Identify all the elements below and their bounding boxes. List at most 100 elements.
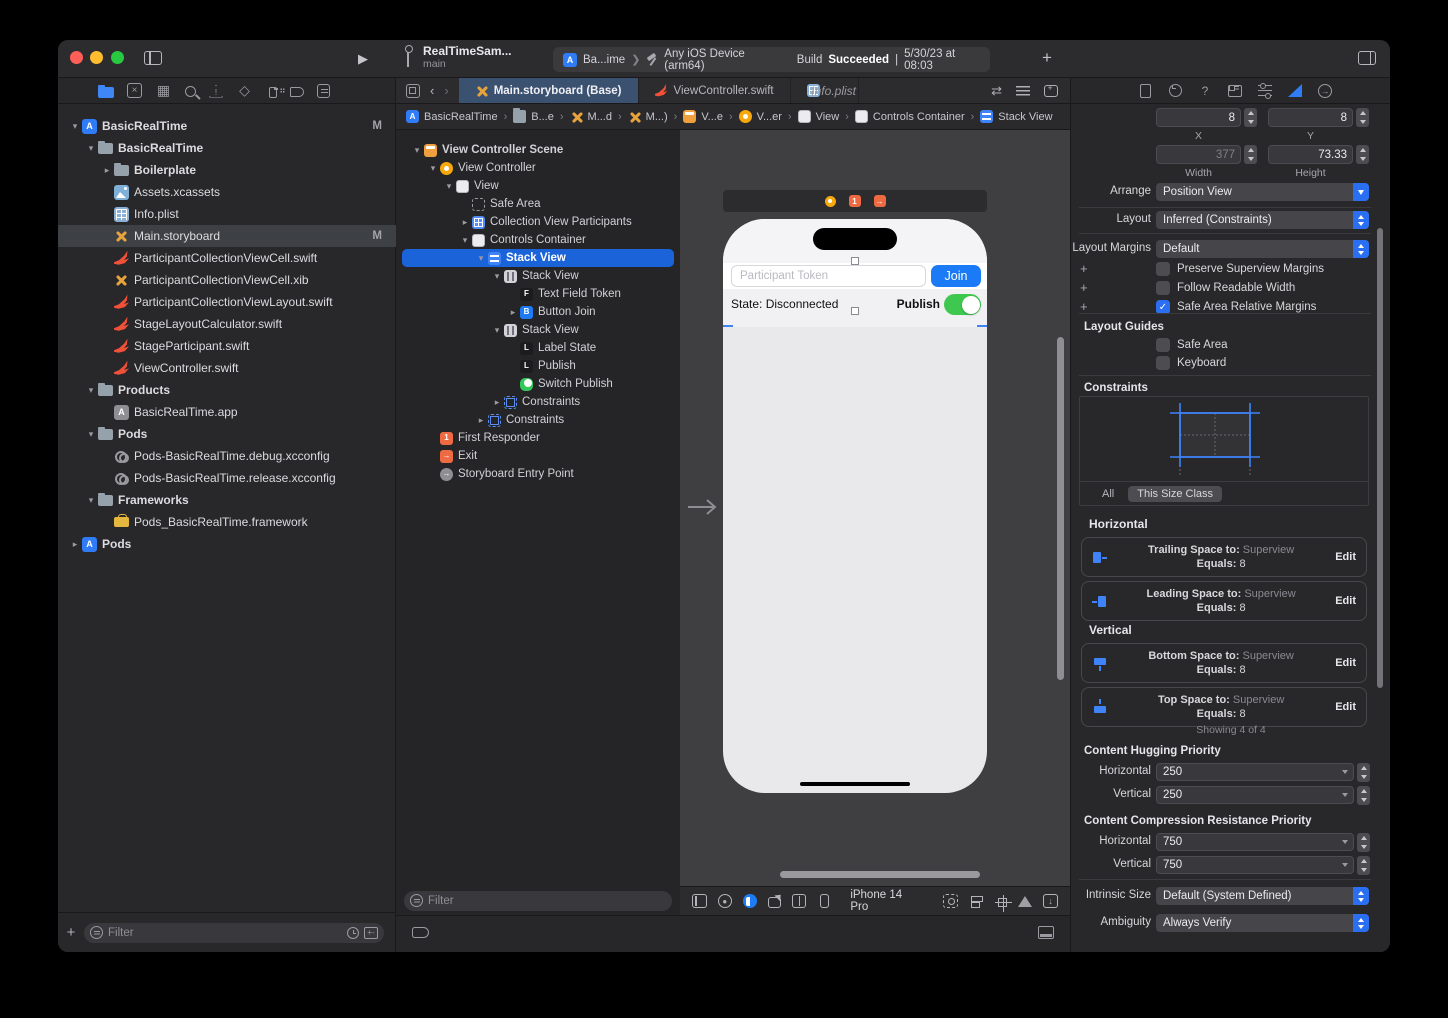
report-navigator-icon[interactable] [317,84,330,98]
priority-combo[interactable]: 250 [1156,786,1354,804]
source-control-navigator-icon[interactable]: × [127,83,142,98]
disclosure-closed-icon[interactable]: ▸ [474,415,488,426]
outline-row[interactable]: LLabel State [396,339,680,357]
project-navigator-icon[interactable] [98,87,114,98]
file-row[interactable]: ▸APods [58,533,396,555]
edit-constraint-button[interactable]: Edit [1335,701,1356,713]
first-responder-icon[interactable]: 1 [849,195,861,207]
selection-handle-top[interactable] [851,257,859,265]
add-tab-button[interactable]: + [1042,48,1052,68]
issue-navigator-icon[interactable]: ! [209,85,223,98]
toggle-inspector-button[interactable] [1358,51,1376,65]
outline-row[interactable]: ▸Collection View Participants [396,213,680,231]
scene-header-bar[interactable]: 1 → [723,190,987,212]
publish-switch[interactable] [944,294,981,315]
inspector-scrollbar[interactable] [1377,228,1383,688]
breakpoint-toggle-icon[interactable] [412,927,429,938]
breakpoint-navigator-icon[interactable] [290,87,304,97]
disclosure-open-icon[interactable]: ▾ [490,271,504,282]
width-stepper[interactable] [1244,145,1257,164]
outline-row[interactable]: ▾Stack View [396,321,680,339]
storyboard-canvas[interactable]: 1 → Participant Token Join State: Discon… [680,130,1070,886]
tab-file-inspector[interactable] [1137,83,1153,99]
height-stepper[interactable] [1356,145,1369,164]
disclosure-open-icon[interactable]: ▾ [84,495,98,506]
outline-row[interactable]: FText Field Token [396,285,680,303]
breadcrumb-item[interactable]: Controls Container [855,110,965,123]
file-row[interactable]: ▾Frameworks [58,489,396,511]
find-navigator-icon[interactable] [185,86,196,97]
device-icon[interactable] [820,894,829,908]
participant-token-field[interactable]: Participant Token [731,265,926,287]
checkbox[interactable] [1156,262,1170,276]
tab-history-inspector[interactable] [1167,83,1183,99]
width-field[interactable]: 377 [1156,145,1241,164]
outline-row[interactable]: ▸BButton Join [396,303,680,321]
scheme-target[interactable]: Ba...ime [583,54,625,66]
run-destination[interactable]: Any iOS Device (arm64) [664,48,777,72]
orientation-icon[interactable] [768,897,781,908]
edit-constraint-button[interactable]: Edit [1335,595,1356,607]
breadcrumb-item[interactable]: B...e [513,110,554,123]
file-row[interactable]: Pods-BasicRealTime.release.xcconfig [58,467,396,489]
recents-filter-icon[interactable] [347,927,359,939]
disclosure-open-icon[interactable]: ▾ [410,145,424,156]
minimize-window-button[interactable] [90,51,103,64]
editor-tab[interactable]: Info.plist [791,78,859,103]
accessibility-icon[interactable]: ● [718,894,732,908]
outline-row[interactable]: Switch Publish [396,375,680,393]
breadcrumb-item[interactable]: ABasicRealTime [406,110,498,123]
file-row[interactable]: ▾Products [58,379,396,401]
priority-combo[interactable]: 750 [1156,856,1354,874]
disclosure-open-icon[interactable]: ▾ [68,121,82,132]
debug-area-toggle-icon[interactable] [1038,926,1054,939]
file-row[interactable]: ▾ABasicRealTimeM [58,115,396,137]
disclosure-closed-icon[interactable]: ▸ [100,165,114,176]
outline-row[interactable]: ▸Constraints [396,411,680,429]
y-stepper[interactable] [1356,108,1369,127]
constraint-row[interactable]: Bottom Space to: SuperviewEquals: 8Edit [1081,643,1367,683]
view-controller-icon[interactable] [825,196,836,207]
debug-navigator-icon[interactable] [269,87,277,98]
file-row[interactable]: Pods_BasicRealTime.framework [58,511,396,533]
zoom-window-button[interactable] [111,51,124,64]
editor-tab[interactable]: ViewController.swift [639,78,791,103]
constraints-diagram[interactable]: All This Size Class [1079,396,1369,506]
tab-size-inspector[interactable] [1287,83,1303,99]
constraint-row[interactable]: Trailing Space to: SuperviewEquals: 8Edi… [1081,537,1367,577]
outline-row[interactable]: 1First Responder [396,429,680,447]
file-row[interactable]: ▾Pods [58,423,396,445]
outline-row[interactable]: ▾Controls Container [396,231,680,249]
priority-stepper[interactable] [1357,786,1370,805]
checkbox[interactable] [1156,356,1170,370]
file-row[interactable]: ABasicRealTime.app [58,401,396,423]
disclosure-closed-icon[interactable]: ▸ [490,397,504,408]
file-row[interactable]: Main.storyboardM [58,225,396,247]
disclosure-open-icon[interactable]: ▾ [84,143,98,154]
breadcrumb-item[interactable]: Stack View [980,110,1052,123]
split-editor-icon[interactable] [792,894,807,908]
height-field[interactable]: 73.33 [1268,145,1353,164]
add-variation-button[interactable]: + [1080,261,1088,276]
breadcrumb-item[interactable]: View [798,110,840,123]
test-navigator-icon[interactable]: ◇ [236,83,253,99]
constraint-row[interactable]: Top Space to: SuperviewEquals: 8Edit [1081,687,1367,727]
outline-row[interactable]: →Storyboard Entry Point [396,465,680,483]
edit-constraint-button[interactable]: Edit [1335,551,1356,563]
tab-identity-inspector[interactable] [1227,83,1243,99]
selection-handle-bottom[interactable] [851,307,859,315]
add-file-button[interactable]: + [58,924,84,941]
file-row[interactable]: StageParticipant.swift [58,335,396,357]
toggle-navigator-button[interactable] [144,51,162,65]
edit-constraint-button[interactable]: Edit [1335,657,1356,669]
add-variation-button[interactable]: + [1080,299,1088,314]
disclosure-closed-icon[interactable]: ▸ [458,217,472,228]
outline-row[interactable]: ▾View Controller Scene [396,141,680,159]
device-name[interactable]: iPhone 14 Pro [850,889,922,913]
checkbox[interactable]: ✓ [1156,300,1170,314]
outline-toggle-icon[interactable] [692,894,707,908]
disclosure-open-icon[interactable]: ▾ [84,385,98,396]
file-row[interactable]: ▸Boilerplate [58,159,396,181]
embed-icon[interactable]: ↓ [1043,894,1058,908]
source-control-filter-icon[interactable]: +- [364,927,378,939]
